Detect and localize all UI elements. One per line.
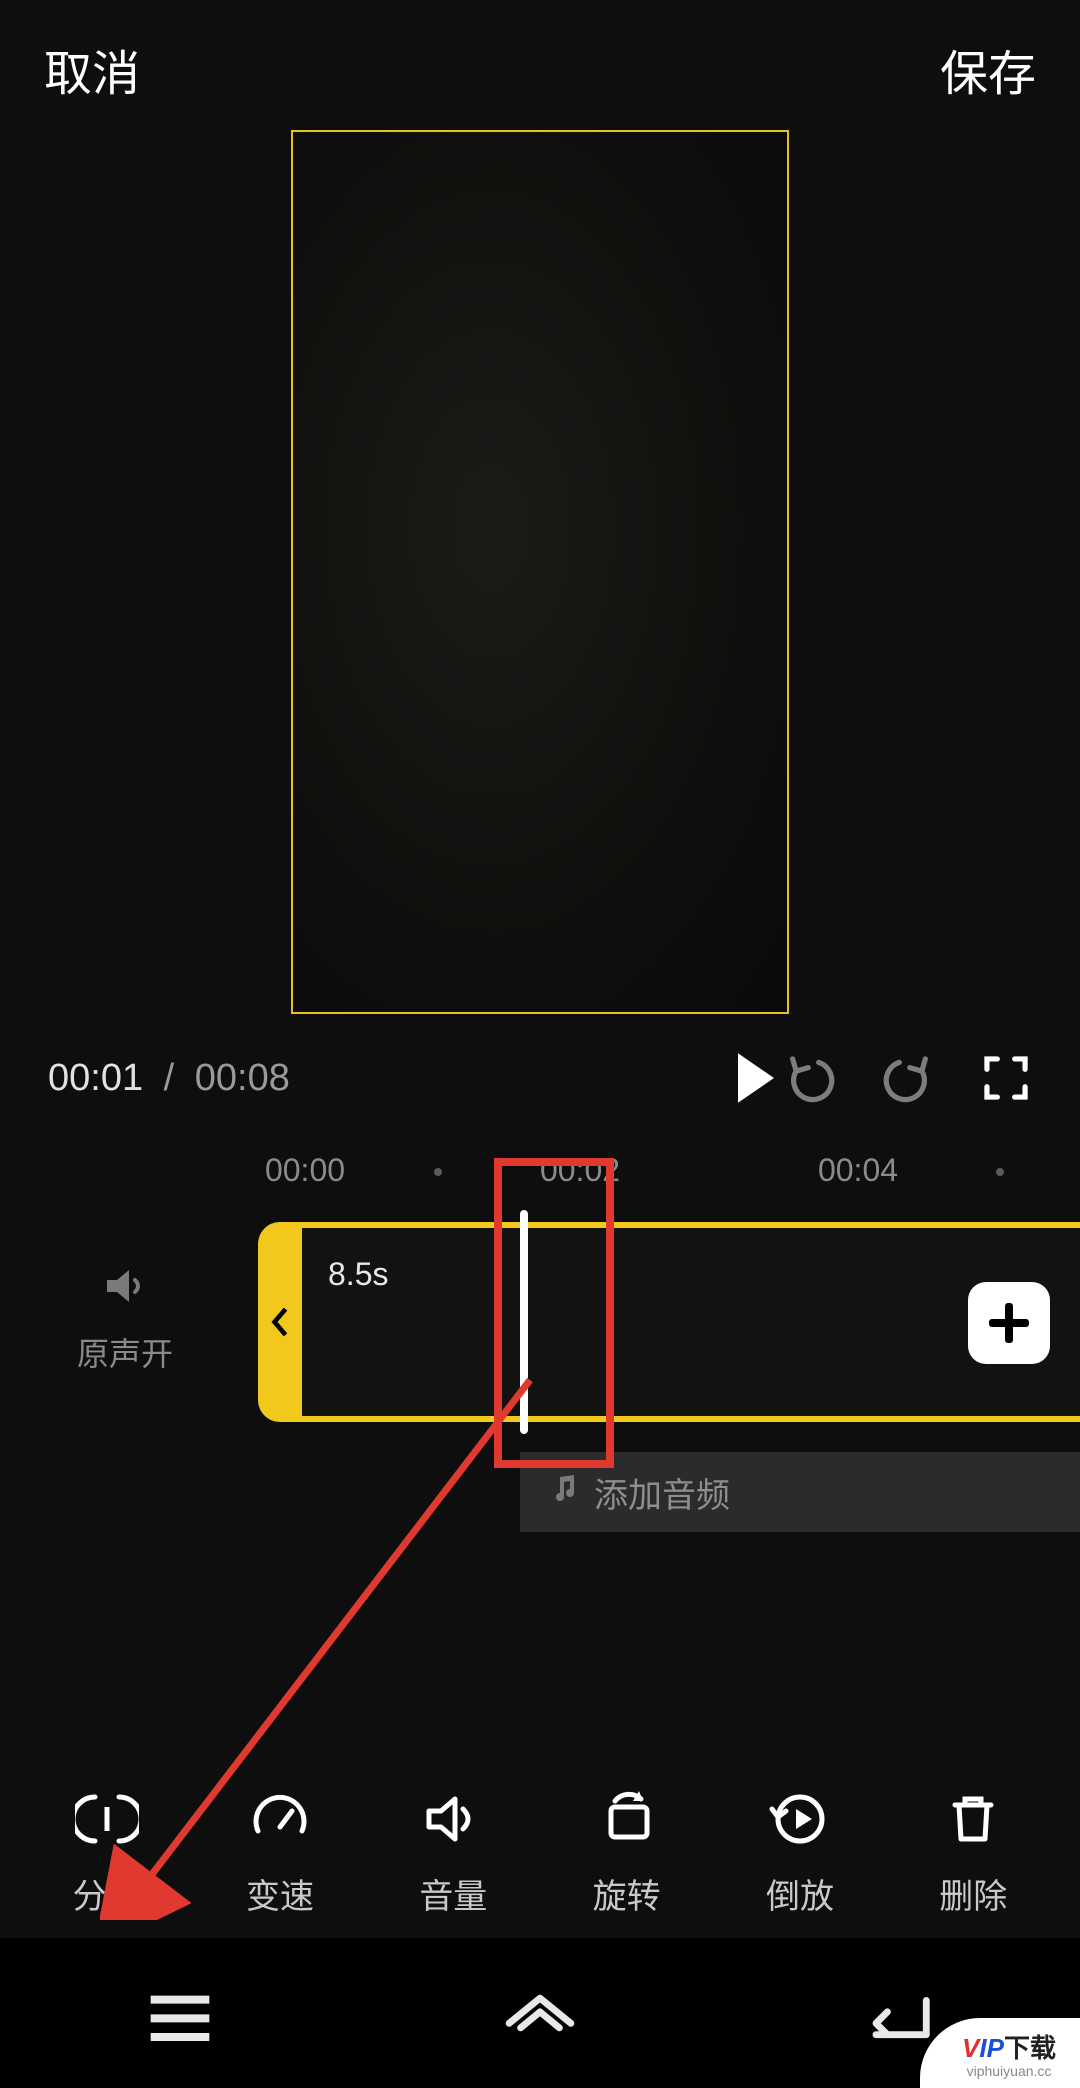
tool-label: 删除 [939,1869,1007,1918]
sound-icon[interactable] [101,1262,149,1315]
split-tool[interactable]: 分割 [73,1787,141,1918]
delete-icon [941,1787,1005,1851]
redo-icon [882,1052,934,1104]
video-preview[interactable] [291,130,789,1014]
ruler-tick-label: 00:02 [540,1152,620,1189]
trim-handle-left[interactable] [258,1222,302,1422]
nav-home-button[interactable] [500,1988,580,2048]
ruler-tick-label: 00:00 [265,1152,345,1189]
menu-icon [140,1989,220,2048]
system-navbar [0,1938,1080,2088]
add-clip-button[interactable] [968,1282,1050,1364]
volume-tool[interactable]: 音量 [419,1787,487,1918]
nav-menu-button[interactable] [140,1988,220,2048]
chevron-left-icon [269,1305,291,1339]
reverse-icon [768,1787,832,1851]
redo-button[interactable] [882,1052,934,1104]
time-display: 00:01 / 00:08 [48,1057,290,1100]
fullscreen-icon [980,1052,1032,1104]
undo-button[interactable] [784,1052,836,1104]
ruler-tick-dot [434,1168,442,1176]
playhead[interactable] [520,1210,528,1434]
music-icon [550,1473,580,1512]
undo-icon [784,1052,836,1104]
ruler-tick-dot [996,1168,1004,1176]
tool-label: 倒放 [766,1869,834,1918]
tool-label: 音量 [419,1869,487,1918]
ruler-tick-label: 00:04 [818,1152,898,1189]
delete-tool[interactable]: 删除 [939,1787,1007,1918]
add-audio-label: 添加音频 [594,1468,730,1517]
back-icon [860,1989,940,2046]
speed-icon [248,1787,312,1851]
current-time: 00:01 [48,1057,143,1099]
watermark: VIP下载 viphuiyuan.cc [920,2018,1080,2088]
video-clip-track[interactable]: 8.5s [258,1222,1080,1422]
rotate-tool[interactable]: 旋转 [593,1787,661,1918]
volume-icon [421,1787,485,1851]
add-audio-track[interactable]: 添加音频 [520,1452,1080,1532]
play-icon [733,1051,779,1105]
split-icon [75,1787,139,1851]
fullscreen-button[interactable] [980,1052,1032,1104]
home-icon [500,1989,580,2046]
rotate-icon [595,1787,659,1851]
clip-duration: 8.5s [328,1256,388,1293]
tool-label: 旋转 [593,1869,661,1918]
reverse-tool[interactable]: 倒放 [766,1787,834,1918]
speed-tool[interactable]: 变速 [246,1787,314,1918]
tool-label: 变速 [246,1869,314,1918]
sound-label: 原声开 [0,1329,250,1375]
nav-back-button[interactable] [860,1988,940,2048]
cancel-button[interactable]: 取消 [44,34,140,104]
tool-label: 分割 [73,1869,141,1918]
total-time: 00:08 [195,1057,290,1099]
play-button[interactable] [728,1050,784,1106]
timeline-ruler[interactable]: 00:00 00:02 00:04 [0,1144,1080,1204]
save-button[interactable]: 保存 [940,34,1036,104]
clip-body[interactable] [302,1222,1080,1422]
